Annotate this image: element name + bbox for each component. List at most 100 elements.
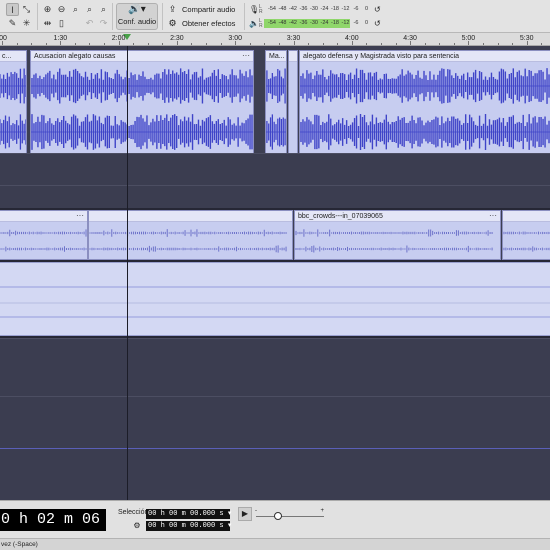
- slider-track: [256, 516, 324, 517]
- clip-title[interactable]: [503, 211, 550, 222]
- selection-tool-icon[interactable]: I: [6, 3, 19, 16]
- clip-waveform: [503, 231, 550, 252]
- ruler-tick: [60, 41, 62, 45]
- ruler-tick: [147, 43, 149, 45]
- empty-track-area[interactable]: [0, 338, 550, 396]
- fit-selection-icon[interactable]: ⌕: [69, 3, 82, 16]
- clip-waveform: [300, 68, 550, 150]
- upload-icon: ⇪: [168, 4, 177, 14]
- clip-title[interactable]: Acusacion alegato causas: [31, 51, 253, 62]
- playback-meter[interactable]: 🔈 LR -54 -48 -42 -36 -30 -24 -18 -12 -6 0 ↺: [249, 17, 387, 30]
- record-meter-scale: -54 -48 -42 -36 -30 -24 -18 -12 -6 0: [264, 4, 374, 15]
- audio-clip[interactable]: [88, 210, 293, 260]
- ruler-tick: [512, 43, 514, 45]
- audio-clip[interactable]: bbc_crowds---in_07039065 ···: [294, 210, 501, 260]
- snap-settings-icon[interactable]: ⚙: [132, 521, 142, 531]
- audio-clip[interactable]: alegato defensa y Magistrada visto para …: [299, 50, 550, 154]
- meter-scale-label: -6: [353, 20, 359, 26]
- selection-end-value: 00 h 00 m 00.000 s: [148, 522, 224, 530]
- clip-title[interactable]: [289, 51, 297, 62]
- meter-scale-label: -12: [341, 6, 350, 12]
- clip-waveform: [31, 68, 253, 150]
- share-audio-button[interactable]: ⇪ Compartir audio: [167, 3, 236, 16]
- audio-clip[interactable]: [0, 262, 550, 336]
- meter-scale-label: -36: [299, 6, 308, 12]
- clip-waveform: [0, 286, 550, 318]
- ruler-tick: [264, 43, 266, 45]
- clip-waveform: [295, 229, 493, 253]
- ruler-tick: [337, 43, 339, 45]
- clip-menu-icon[interactable]: ···: [242, 51, 250, 60]
- empty-track-area[interactable]: [0, 185, 550, 208]
- play-at-speed-button[interactable]: ▶: [238, 507, 252, 521]
- ruler-tick: [410, 41, 412, 45]
- audio-clip[interactable]: [502, 210, 550, 260]
- meter-scale-label: 0: [364, 20, 369, 26]
- ruler-tick: [308, 43, 310, 45]
- fit-project-icon[interactable]: ⌕: [83, 3, 96, 16]
- get-effects-button[interactable]: ⚙ Obtener efectos: [167, 17, 235, 30]
- meter-scale-label: -54: [268, 6, 276, 12]
- multi-tool-icon[interactable]: ✳: [20, 17, 33, 30]
- silence-icon[interactable]: ▯: [55, 17, 68, 30]
- clip-menu-icon[interactable]: ···: [489, 211, 497, 220]
- audio-clip[interactable]: Acusacion alegato causas ···: [30, 50, 254, 154]
- record-meter[interactable]: 🎙 LR -54 -48 -42 -36 -30 -24 -18 -12 -6 0 ↺: [249, 3, 387, 16]
- selection-start-field[interactable]: 00 h 00 m 00.000 s ▾: [146, 509, 231, 519]
- envelope-tool-icon[interactable]: ⤡: [20, 3, 33, 16]
- toolbar-divider: [37, 3, 38, 30]
- playback-meter-options-icon[interactable]: ↺: [374, 19, 384, 28]
- clip-waveform: [89, 229, 287, 253]
- ruler-tick: [497, 43, 499, 45]
- empty-track-area[interactable]: [0, 448, 550, 500]
- audio-clip[interactable]: ···: [0, 210, 88, 260]
- meter-scale-label: -48: [278, 6, 287, 12]
- status-text: vez (-Space): [1, 541, 38, 548]
- ruler-tick: [526, 41, 528, 45]
- audio-clip[interactable]: [288, 50, 298, 154]
- time-display[interactable]: 0 h 02 m 06 s▾: [0, 509, 106, 531]
- effects-icon: ⚙: [168, 18, 177, 28]
- clip-menu-icon[interactable]: ···: [76, 211, 84, 220]
- audacity-window: I ⤡ ✎ ✳ ⊕ ⊖ ⌕ ⌕ ⌕ ⇹ ▯ ↶ ↷ 🔊▾ Conf. audio…: [0, 0, 550, 550]
- meter-scale-label: -42: [289, 6, 297, 12]
- audio-setup-button[interactable]: 🔊▾ Conf. audio: [116, 3, 158, 30]
- meter-scale-label: -30: [310, 20, 318, 26]
- clip-title[interactable]: [0, 211, 87, 222]
- time-display-value: 0 h 02 m 06 s: [1, 511, 106, 528]
- slider-thumb[interactable]: [274, 512, 282, 520]
- undo-icon[interactable]: ↶: [83, 17, 96, 30]
- timeline-ruler[interactable]: :001:302:002:303:003:304:004:305:005:30: [0, 33, 550, 46]
- clip-waveform: [0, 68, 26, 150]
- selection-end-field[interactable]: 00 h 00 m 00.000 s ▾: [146, 521, 231, 531]
- empty-track-area[interactable]: [0, 396, 550, 448]
- get-effects-label: Obtener efectos: [182, 19, 236, 28]
- audio-clip[interactable]: c...: [0, 50, 27, 154]
- draw-tool-icon[interactable]: ✎: [6, 17, 19, 30]
- slider-min-label: -: [255, 508, 257, 514]
- toolbar-divider: [162, 3, 163, 30]
- empty-track-area[interactable]: [0, 153, 550, 185]
- ruler-tick: [322, 43, 324, 45]
- clip-title[interactable]: bbc_crowds---in_07039065: [295, 211, 500, 222]
- clip-title[interactable]: alegato defensa y Magistrada visto para …: [300, 51, 550, 62]
- playhead-line[interactable]: [127, 46, 128, 500]
- zoom-in-icon[interactable]: ⊕: [41, 3, 54, 16]
- redo-icon[interactable]: ↷: [97, 17, 110, 30]
- zoom-out-icon[interactable]: ⊖: [55, 3, 68, 16]
- play-speed-slider[interactable]: - +: [255, 508, 324, 521]
- clip-title[interactable]: Ma...: [266, 51, 286, 62]
- trim-icon[interactable]: ⇹: [41, 17, 54, 30]
- clip-title[interactable]: [89, 211, 292, 222]
- meter-scale-label: -18: [331, 6, 339, 12]
- ruler-tick: [366, 43, 368, 45]
- ruler-tick: [395, 43, 397, 45]
- tracks-area[interactable]: c... Acusacion alegato causas ··· Ma... …: [0, 46, 550, 500]
- audio-clip[interactable]: Ma...: [265, 50, 287, 154]
- meter-scale-label: -54: [268, 20, 276, 26]
- clip-title[interactable]: c...: [0, 51, 26, 62]
- meter-scale-label: -30: [310, 6, 318, 12]
- record-meter-options-icon[interactable]: ↺: [374, 5, 384, 14]
- zoom-toggle-icon[interactable]: ⌕: [97, 3, 110, 16]
- ruler-tick: [482, 43, 484, 45]
